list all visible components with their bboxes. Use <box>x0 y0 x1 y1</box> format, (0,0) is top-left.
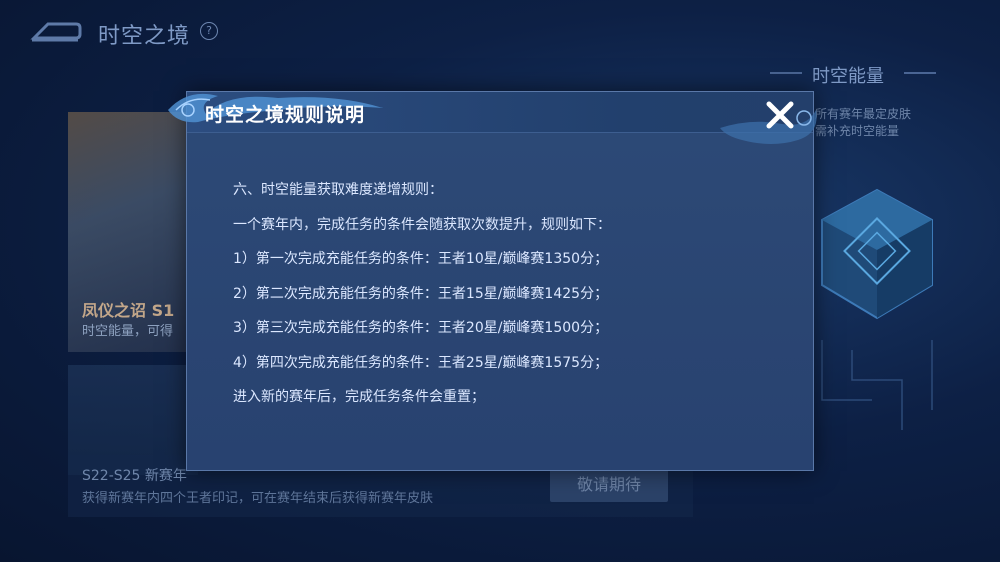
energy-cube-icon <box>821 188 933 320</box>
decorative-lines <box>821 340 933 430</box>
ornament-line-right <box>904 72 936 74</box>
season-card-subtitle: 时空能量，可得 <box>82 324 174 339</box>
energy-description-2: 需补充时空能量 <box>815 124 900 138</box>
rule-line: 3）第三次完成充能任务的条件：王者20星/巅峰赛1500分； <box>233 320 609 336</box>
rule-line: 1）第一次完成充能任务的条件：王者10星/巅峰赛1350分； <box>233 251 609 267</box>
season-description: 获得新赛年内四个王者印记，可在赛年结束后获得新赛年皮肤 <box>82 491 434 506</box>
rule-line: 进入新的赛年后，完成任务条件会重置； <box>233 389 485 405</box>
back-arrow-icon[interactable] <box>30 18 82 44</box>
energy-title: 时空能量 <box>812 66 884 87</box>
stay-tuned-button[interactable]: 敬请期待 <box>550 468 668 502</box>
energy-description-1: 所有赛年最定皮肤 <box>815 107 912 121</box>
rule-line: 4）第四次完成充能任务的条件：王者25星/巅峰赛1575分； <box>233 354 609 371</box>
ornament-line-left <box>770 72 802 74</box>
season-title: S22-S25 新赛年 <box>82 468 187 484</box>
page-title: 时空之境 <box>98 24 191 49</box>
close-icon[interactable] <box>763 98 797 132</box>
season-card-title: 凤仪之诏 S1 <box>82 301 175 320</box>
rule-line: 一个赛年内，完成任务的条件会随获取次数提升，规则如下： <box>233 216 611 233</box>
rule-line: 六、时空能量获取难度递增规则： <box>233 182 443 198</box>
dialog-title: 时空之境规则说明 <box>205 104 366 126</box>
rule-line: 2）第二次完成充能任务的条件：王者15星/巅峰赛1425分； <box>233 285 609 302</box>
help-icon[interactable]: ? <box>200 22 218 40</box>
rules-text: 六、时空能量获取难度递增规则： 一个赛年内，完成任务的条件会随获取次数提升，规则… <box>233 180 793 422</box>
